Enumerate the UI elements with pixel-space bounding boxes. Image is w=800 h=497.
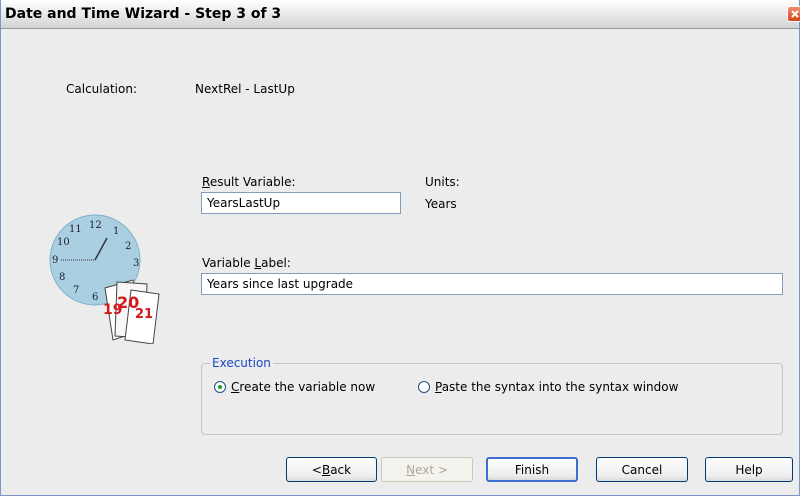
back-button[interactable]: < Back [286, 457, 377, 482]
calculation-label: Calculation: [66, 82, 137, 96]
title-bar[interactable]: Date and Time Wizard - Step 3 of 3 [1, 0, 800, 29]
create-variable-now-label: Create the variable now [231, 380, 376, 394]
result-variable-label: Result Variable: [202, 175, 296, 189]
units-value: Years [425, 197, 457, 211]
units-label: Units: [425, 175, 460, 189]
clock-numeral: 10 [57, 237, 70, 248]
execution-legend: Execution [210, 356, 273, 370]
create-variable-now-option[interactable]: Create the variable now [214, 380, 375, 394]
variable-label-label: Variable Label: [202, 256, 291, 270]
clock-numeral: 6 [92, 292, 98, 303]
window-title: Date and Time Wizard - Step 3 of 3 [5, 6, 282, 22]
help-button[interactable]: Help [705, 457, 793, 482]
calendar-number: 21 [135, 307, 153, 322]
paste-syntax-option[interactable]: Paste the syntax into the syntax window [418, 380, 678, 394]
clock-calendar-icon: 12 1 2 3 6 7 8 9 10 11 19 20 21 [49, 214, 160, 344]
paste-syntax-radio[interactable] [418, 381, 430, 393]
clock-numeral: 9 [52, 255, 58, 266]
close-button[interactable] [787, 6, 800, 22]
clock-numeral: 2 [125, 241, 131, 252]
cancel-button[interactable]: Cancel [596, 457, 688, 482]
next-button[interactable]: Next > [381, 457, 473, 482]
variable-label-input[interactable] [201, 273, 783, 295]
result-variable-input[interactable] [201, 192, 401, 214]
execution-group: Execution Create the variable now Paste … [201, 356, 783, 435]
create-variable-now-radio[interactable] [214, 381, 226, 393]
calculation-value: NextRel - LastUp [195, 82, 295, 96]
clock-numeral: 12 [89, 220, 102, 231]
clock-numeral: 11 [69, 224, 82, 235]
clock-numeral: 3 [133, 258, 139, 269]
clock-numeral: 1 [113, 226, 119, 237]
close-icon [791, 10, 799, 18]
wizard-window: Date and Time Wizard - Step 3 of 3 Calcu… [0, 0, 800, 496]
paste-syntax-label: Paste the syntax into the syntax window [435, 380, 679, 394]
finish-button[interactable]: Finish [486, 457, 578, 482]
clock-numeral: 8 [59, 272, 65, 283]
wizard-body: Calculation: NextRel - LastUp Result Var… [1, 29, 799, 495]
clock-numeral: 7 [73, 285, 79, 296]
